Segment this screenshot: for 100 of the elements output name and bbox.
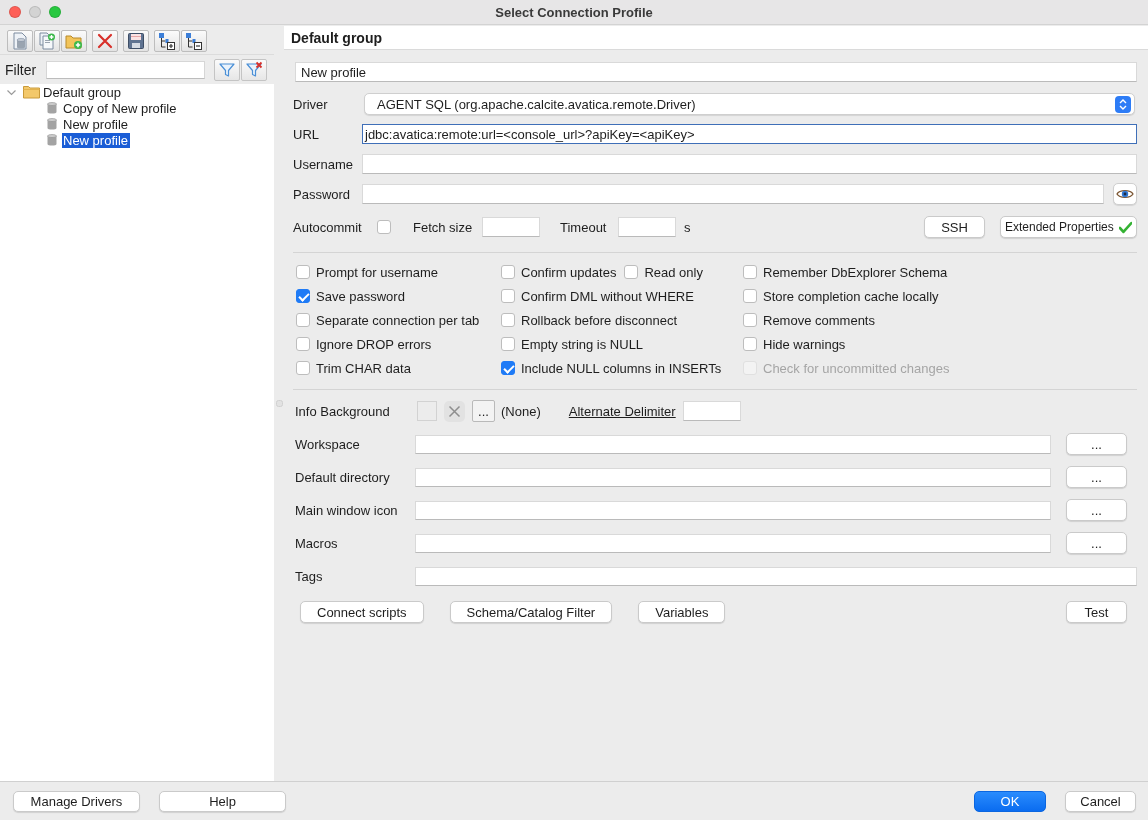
checkbox-label: Check for uncommitted changes (763, 360, 950, 376)
checkbox[interactable] (624, 265, 639, 279)
dialog-button[interactable]: Help (159, 790, 286, 812)
cancel-button[interactable]: Cancel (1065, 790, 1136, 812)
splitter-handle-icon[interactable] (275, 399, 283, 407)
checkbox-label: Read only (644, 264, 703, 280)
eye-icon (1116, 188, 1134, 200)
delimiter-field[interactable] (682, 401, 741, 421)
browse-button[interactable]: ... (472, 400, 495, 422)
checkbox[interactable] (501, 337, 515, 351)
dialog-button[interactable]: SSH (924, 216, 985, 238)
clear-color-button[interactable] (444, 400, 465, 422)
checkbox[interactable] (743, 265, 757, 279)
stepper-icon (1115, 95, 1131, 113)
field-label: Username (293, 156, 354, 172)
password-field[interactable] (362, 184, 1104, 204)
checkbox[interactable] (743, 313, 757, 327)
field-label: Driver (293, 96, 329, 112)
dialog-button[interactable]: Manage Drivers (13, 790, 140, 812)
alternate-delimiter-link[interactable]: Alternate Delimiter (568, 403, 676, 419)
dialog-button[interactable]: Extended Properties (1000, 216, 1137, 238)
text-field[interactable] (415, 434, 1051, 454)
field-label: Tags (295, 568, 324, 584)
checkbox-label: Remember DbExplorer Schema (763, 264, 948, 280)
checkbox-label: Remove comments (763, 312, 875, 328)
color-value: (None) (501, 403, 541, 419)
browse-button[interactable]: ... (1066, 466, 1127, 488)
x-icon (448, 404, 461, 418)
checkbox[interactable] (743, 289, 757, 303)
toolbar-button[interactable] (123, 30, 149, 52)
checkbox[interactable] (501, 289, 515, 303)
checkbox-label: Ignore DROP errors (316, 336, 432, 352)
browse-button[interactable]: ... (1066, 433, 1127, 455)
toolbar-button[interactable] (154, 30, 180, 52)
text-field[interactable] (362, 154, 1137, 174)
checkbox[interactable] (296, 265, 310, 279)
timeout-label: Timeout (560, 219, 608, 235)
checkbox[interactable] (296, 361, 310, 375)
checkbox[interactable] (743, 337, 757, 351)
text-field[interactable] (415, 533, 1051, 553)
profile-name-field[interactable]: New profile (295, 62, 1137, 82)
text-field[interactable] (415, 467, 1051, 487)
database-page-icon (11, 32, 29, 50)
checkbox-label: Include NULL columns in INSERTs (521, 360, 722, 376)
folder-plus-icon (65, 32, 83, 50)
autocommit-label: Autocommit (293, 219, 363, 235)
tree-item[interactable]: Copy of New profile (62, 100, 179, 116)
field-label: URL (293, 126, 320, 142)
show-password-button[interactable] (1113, 183, 1137, 205)
checkbox[interactable] (296, 313, 310, 327)
text-field[interactable] (415, 566, 1137, 586)
filter-clear-icon (245, 60, 263, 79)
close-button[interactable] (9, 6, 21, 18)
checkbox[interactable] (501, 265, 515, 279)
checkbox-label: Separate connection per tab (316, 312, 480, 328)
unit-label: s (684, 219, 691, 235)
dialog-button[interactable]: Variables (638, 601, 726, 623)
checkbox[interactable] (377, 220, 391, 234)
tree-item[interactable]: New profile (62, 132, 131, 148)
timeout-field[interactable] (618, 217, 676, 237)
dialog-button[interactable]: Connect scripts (300, 601, 424, 623)
field-label: Macros (295, 535, 339, 551)
maximize-button[interactable] (49, 6, 61, 18)
checkbox[interactable] (296, 337, 310, 351)
field-label: Password (293, 186, 352, 202)
chevron-down-icon[interactable] (7, 87, 16, 97)
checkbox-label: Prompt for username (316, 264, 439, 280)
folder-icon (23, 85, 40, 99)
dropdown-select[interactable]: AGENT SQL (org.apache.calcite.avatica.remote.Driver) (364, 93, 1135, 115)
text-field[interactable]: jdbc:avatica:remote:url=<console_url>?apiKey=<apiKey> (362, 124, 1137, 144)
fetch-size-field[interactable] (482, 217, 540, 237)
clear-filter-button[interactable] (241, 58, 267, 81)
field-label: Default directory (295, 469, 391, 485)
checkbox[interactable] (501, 313, 515, 327)
dialog-button[interactable]: Schema/Catalog Filter (449, 601, 613, 623)
save-icon (127, 32, 145, 50)
window-title: Select Connection Profile (495, 4, 653, 20)
text-field[interactable] (415, 500, 1051, 520)
field-label: Info Background (295, 403, 391, 419)
ok-button[interactable]: OK (974, 790, 1046, 812)
test-button[interactable]: Test (1066, 601, 1127, 623)
checkbox[interactable] (296, 289, 310, 303)
tree-item[interactable]: Default group (42, 84, 124, 100)
filter-label: Filter (5, 61, 38, 78)
apply-filter-button[interactable] (214, 58, 240, 81)
checkbox-label: Trim CHAR data (316, 360, 411, 376)
browse-button[interactable]: ... (1066, 499, 1127, 521)
copy-plus-icon (38, 32, 56, 50)
checkbox-label: Hide warnings (763, 336, 846, 352)
toolbar-button[interactable] (181, 30, 207, 52)
group-title: Default group (284, 26, 1148, 50)
database-icon (47, 118, 57, 130)
browse-button[interactable]: ... (1066, 532, 1127, 554)
color-swatch-icon[interactable] (417, 401, 437, 421)
filter-field[interactable] (46, 60, 205, 79)
checkbox[interactable] (501, 361, 515, 375)
minimize-button[interactable] (29, 6, 41, 18)
tree-item[interactable]: New profile (62, 116, 131, 132)
checkbox-label: Confirm DML without WHERE (521, 288, 694, 304)
checkbox-label: Store completion cache locally (763, 288, 939, 304)
